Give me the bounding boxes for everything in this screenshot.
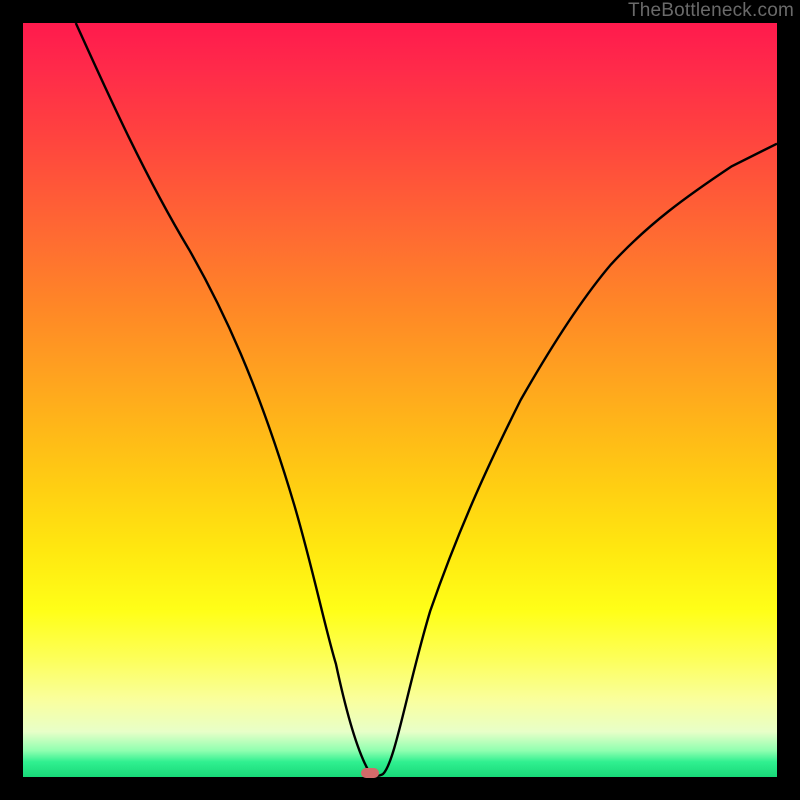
- curve-layer: [23, 23, 777, 777]
- bottleneck-curve: [76, 23, 777, 776]
- optimal-marker: [361, 768, 379, 778]
- plot-area: [23, 23, 777, 777]
- watermark-text: TheBottleneck.com: [628, 0, 794, 22]
